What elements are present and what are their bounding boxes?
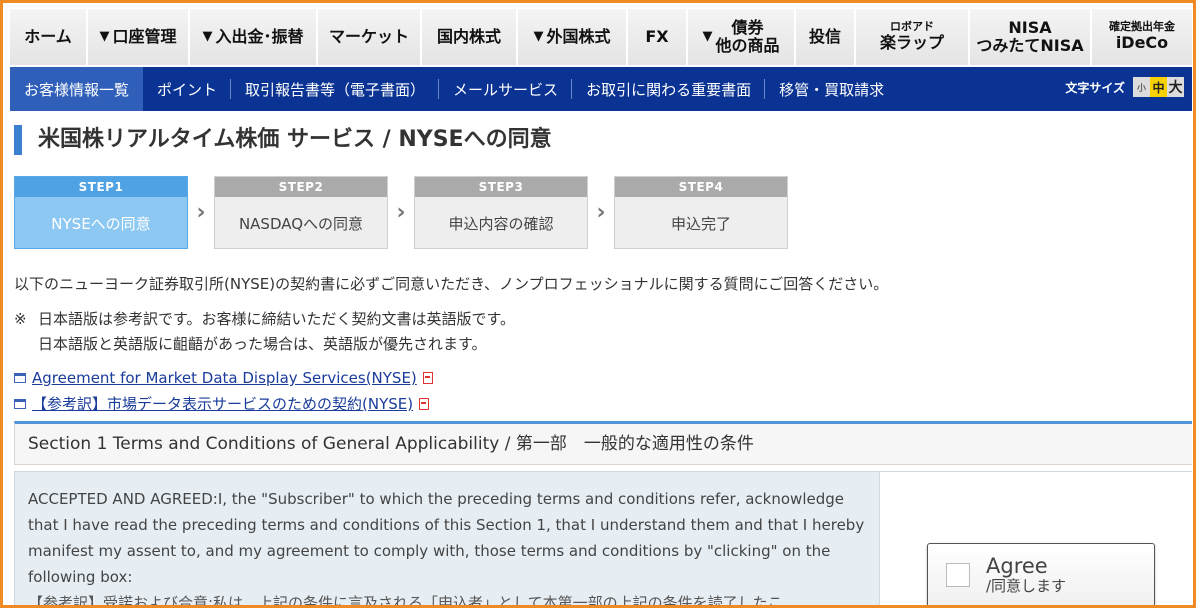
pdf-icon [422,372,433,384]
nav-account-label: 口座管理 [112,26,177,46]
nav-ideco[interactable]: 確定拠出年金 iDeCo [1092,9,1192,65]
new-window-icon [14,399,26,409]
terms-english: ACCEPTED AND AGREED:I, the "Subscriber" … [28,490,865,586]
nav-other-products[interactable]: ▼ 債券 他の商品 [688,9,796,65]
step-4: STEP4 申込完了 [614,176,788,249]
page-title: 米国株リアルタイム株価 サービス / NYSEへの同意 [14,125,552,155]
step-4-body: 申込完了 [670,214,731,233]
nav-domestic-stock-label: 国内株式 [436,26,501,46]
link-row-reference: 【参考訳】市場データ表示サービスのための契約(NYSE) [14,391,433,417]
page-frame: ホーム ▼ 口座管理 ▼ 入出金･振替 マーケット 国内株式 ▼ 外国株式 FX ▼ … [0,0,1196,608]
agree-checkbox[interactable] [946,563,970,587]
top-nav: ホーム ▼ 口座管理 ▼ 入出金･振替 マーケット 国内株式 ▼ 外国株式 FX ▼ … [10,9,1192,65]
font-size-medium-button[interactable]: 中 [1150,77,1167,97]
agree-area: Agree /同意します [880,471,1192,605]
nav-nisa-line1: NISA [1008,17,1052,37]
nav-fx-label: FX [645,26,669,46]
step-3: STEP3 申込内容の確認 [414,176,588,249]
subnav-important-docs-label: お取引に関わる重要書面 [586,80,752,99]
step-3-body: 申込内容の確認 [448,214,554,233]
nav-toushin[interactable]: 投信 [796,9,856,65]
chevron-right-icon: › [196,200,206,225]
subnav-customer-info-label: お客様情報一覧 [24,80,130,99]
nav-nisa-line2: つみたてNISA [976,36,1084,55]
agreement-link[interactable]: Agreement for Market Data Display Servic… [32,365,417,391]
chevron-down-icon: ▼ [99,28,110,44]
chevron-down-icon: ▼ [202,28,213,44]
font-size-control: 文字サイズ 小 中 大 [1065,77,1184,97]
agree-label-en: Agree [986,554,1048,579]
nav-other-line1: 債券 [731,17,764,37]
agree-label-jp: /同意します [986,577,1067,596]
nav-domestic-stock[interactable]: 国内株式 [422,9,518,65]
sub-nav: お客様情報一覧 ポイント 取引報告書等（電子書面） メールサービス お取引に関わ… [10,67,1192,111]
translation-note: ※ 日本語版は参考訳です。お客様に締結いただく契約文書は英語版です。 日本語版と英… [14,307,515,357]
font-size-label: 文字サイズ [1065,80,1125,95]
note-mark: ※ [14,310,27,328]
new-window-icon [14,373,26,383]
step-3-head: STEP3 [415,177,587,197]
chevron-right-icon: › [396,200,406,225]
chevron-down-icon: ▼ [533,28,544,44]
nav-toushin-label: 投信 [808,26,841,46]
nav-foreign-stock[interactable]: ▼ 外国株式 [518,9,628,65]
nav-nisa-label: NISA つみたてNISA [976,17,1084,56]
nav-deposit-label: 入出金･振替 [215,26,304,46]
step-1: STEP1 NYSEへの同意 [14,176,188,249]
step-1-head: STEP1 [15,177,187,197]
nav-ideco-big: iDeCo [1115,33,1169,53]
note-line-1: ※ 日本語版は参考訳です。お客様に締結いただく契約文書は英語版です。 [14,307,515,332]
nav-other-products-label: 債券 他の商品 [715,17,780,56]
step-2-head: STEP2 [215,177,387,197]
agree-label: Agree /同意します [986,554,1066,595]
reference-translation-link[interactable]: 【参考訳】市場データ表示サービスのための契約(NYSE) [32,391,413,417]
nav-rakuwrap-big: 楽ラップ [879,33,944,53]
nav-market[interactable]: マーケット [318,9,422,65]
step-2: STEP2 NASDAQへの同意 [214,176,388,249]
section-heading: Section 1 Terms and Conditions of Genera… [14,421,1192,465]
step-1-body: NYSEへの同意 [51,214,151,233]
subnav-customer-info[interactable]: お客様情報一覧 [10,67,144,111]
font-size-small-button[interactable]: 小 [1133,77,1150,97]
note-line-1-text: 日本語版は参考訳です。お客様に締結いただく契約文書は英語版です。 [38,310,516,328]
nav-fx[interactable]: FX [628,9,688,65]
document-links: Agreement for Market Data Display Servic… [14,365,433,417]
step-indicator: STEP1 NYSEへの同意 › STEP2 NASDAQへの同意 › STEP… [14,176,788,249]
subnav-transfer-label: 移管・買取請求 [779,80,885,99]
step-4-head: STEP4 [615,177,787,197]
terms-japanese: 【参考訳】受諾および合意:私は、上記の条件に言及される「申込者」として本第一部の… [28,594,783,608]
subnav-mail-service-label: メールサービス [453,80,559,99]
nav-rakuwrap[interactable]: ロボアド 楽ラップ [856,9,970,65]
nav-other-line2: 他の商品 [715,36,780,55]
pdf-icon [419,398,430,410]
chevron-right-icon: › [596,200,606,225]
font-size-large-button[interactable]: 大 [1167,77,1184,97]
intro-text: 以下のニューヨーク証券取引所(NYSE)の契約書に必ずご同意いただき、ノンプロフ… [14,275,889,293]
terms-panel: ACCEPTED AND AGREED:I, the "Subscriber" … [14,471,880,608]
subnav-trade-reports-label: 取引報告書等（電子書面） [245,80,426,99]
subnav-mail-service[interactable]: メールサービス [439,67,573,111]
step-2-body: NASDAQへの同意 [238,214,364,233]
nav-ideco-label: 確定拠出年金 iDeCo [1109,21,1175,52]
subnav-points-label: ポイント [157,80,218,99]
subnav-important-docs[interactable]: お取引に関わる重要書面 [572,67,766,111]
agree-button[interactable]: Agree /同意します [927,543,1155,605]
nav-account[interactable]: ▼ 口座管理 [88,9,190,65]
subnav-points[interactable]: ポイント [143,67,232,111]
nav-deposit[interactable]: ▼ 入出金･振替 [190,9,318,65]
note-line-2: 日本語版と英語版に齟齬があった場合は、英語版が優先されます。 [38,335,487,353]
nav-foreign-stock-label: 外国株式 [546,26,611,46]
chevron-down-icon: ▼ [702,28,713,44]
link-row-agreement: Agreement for Market Data Display Servic… [14,365,433,391]
subnav-transfer[interactable]: 移管・買取請求 [765,67,898,111]
nav-home-label: ホーム [24,26,72,46]
nav-market-label: マーケット [328,26,409,46]
nav-rakuwrap-label: ロボアド 楽ラップ [880,21,944,52]
subnav-trade-reports[interactable]: 取引報告書等（電子書面） [231,67,440,111]
nav-home[interactable]: ホーム [10,9,88,65]
nav-nisa[interactable]: NISA つみたてNISA [970,9,1092,65]
